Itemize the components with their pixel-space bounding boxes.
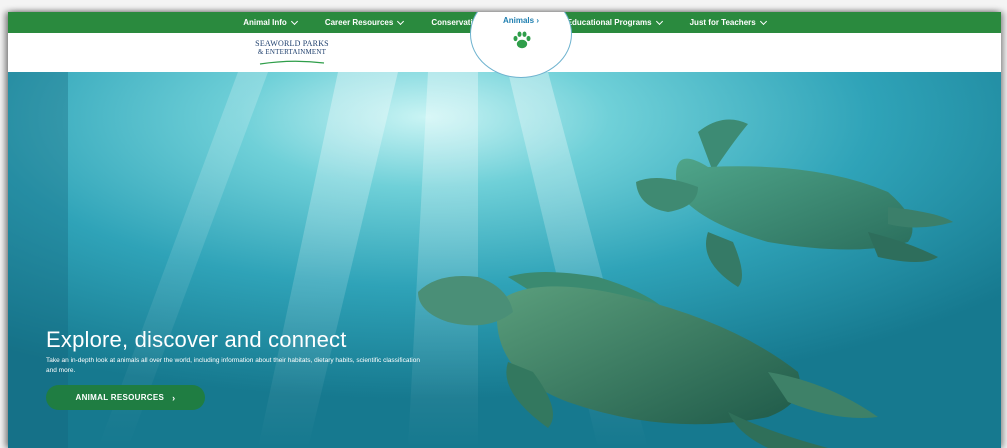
logo-swoosh-icon bbox=[259, 60, 325, 65]
cta-label: ANIMAL RESOURCES bbox=[75, 393, 165, 402]
chevron-down-icon bbox=[397, 17, 405, 25]
chevron-down-icon bbox=[290, 17, 298, 25]
chevron-down-icon bbox=[759, 17, 767, 25]
nav-label: Just for Teachers bbox=[689, 18, 756, 27]
nav-career-resources[interactable]: Career Resources bbox=[311, 17, 417, 27]
nav-just-for-teachers[interactable]: Just for Teachers bbox=[676, 17, 780, 27]
logo-line-1: SEAWORLD PARKS bbox=[255, 39, 329, 48]
hero-title: Explore, discover and connect bbox=[46, 326, 347, 352]
seaworld-logo[interactable]: SEAWORLD PARKS & ENTERTAINMENT bbox=[255, 40, 329, 66]
logo-line-2: & ENTERTAINMENT bbox=[257, 48, 327, 56]
animal-resources-button[interactable]: ANIMAL RESOURCES › bbox=[46, 385, 205, 410]
nav-label: Educational Programs bbox=[566, 18, 652, 27]
nav-label: Career Resources bbox=[324, 18, 394, 27]
chevron-down-icon bbox=[655, 17, 663, 25]
screenshot-frame: Animal Info Career Resources Conservatio… bbox=[0, 0, 1007, 448]
nav-animal-info[interactable]: Animal Info bbox=[229, 17, 311, 27]
chevron-right-icon: › bbox=[172, 392, 176, 403]
nav-label: Animal Info bbox=[243, 18, 287, 27]
hero-banner: Explore, discover and connect Take an in… bbox=[8, 72, 1001, 448]
paw-icon bbox=[513, 31, 531, 49]
browser-page: Animal Info Career Resources Conservatio… bbox=[8, 12, 1001, 448]
animals-tab-label: Animals › bbox=[502, 16, 539, 25]
hero-description: Take an in-depth look at animals all ove… bbox=[46, 356, 420, 374]
